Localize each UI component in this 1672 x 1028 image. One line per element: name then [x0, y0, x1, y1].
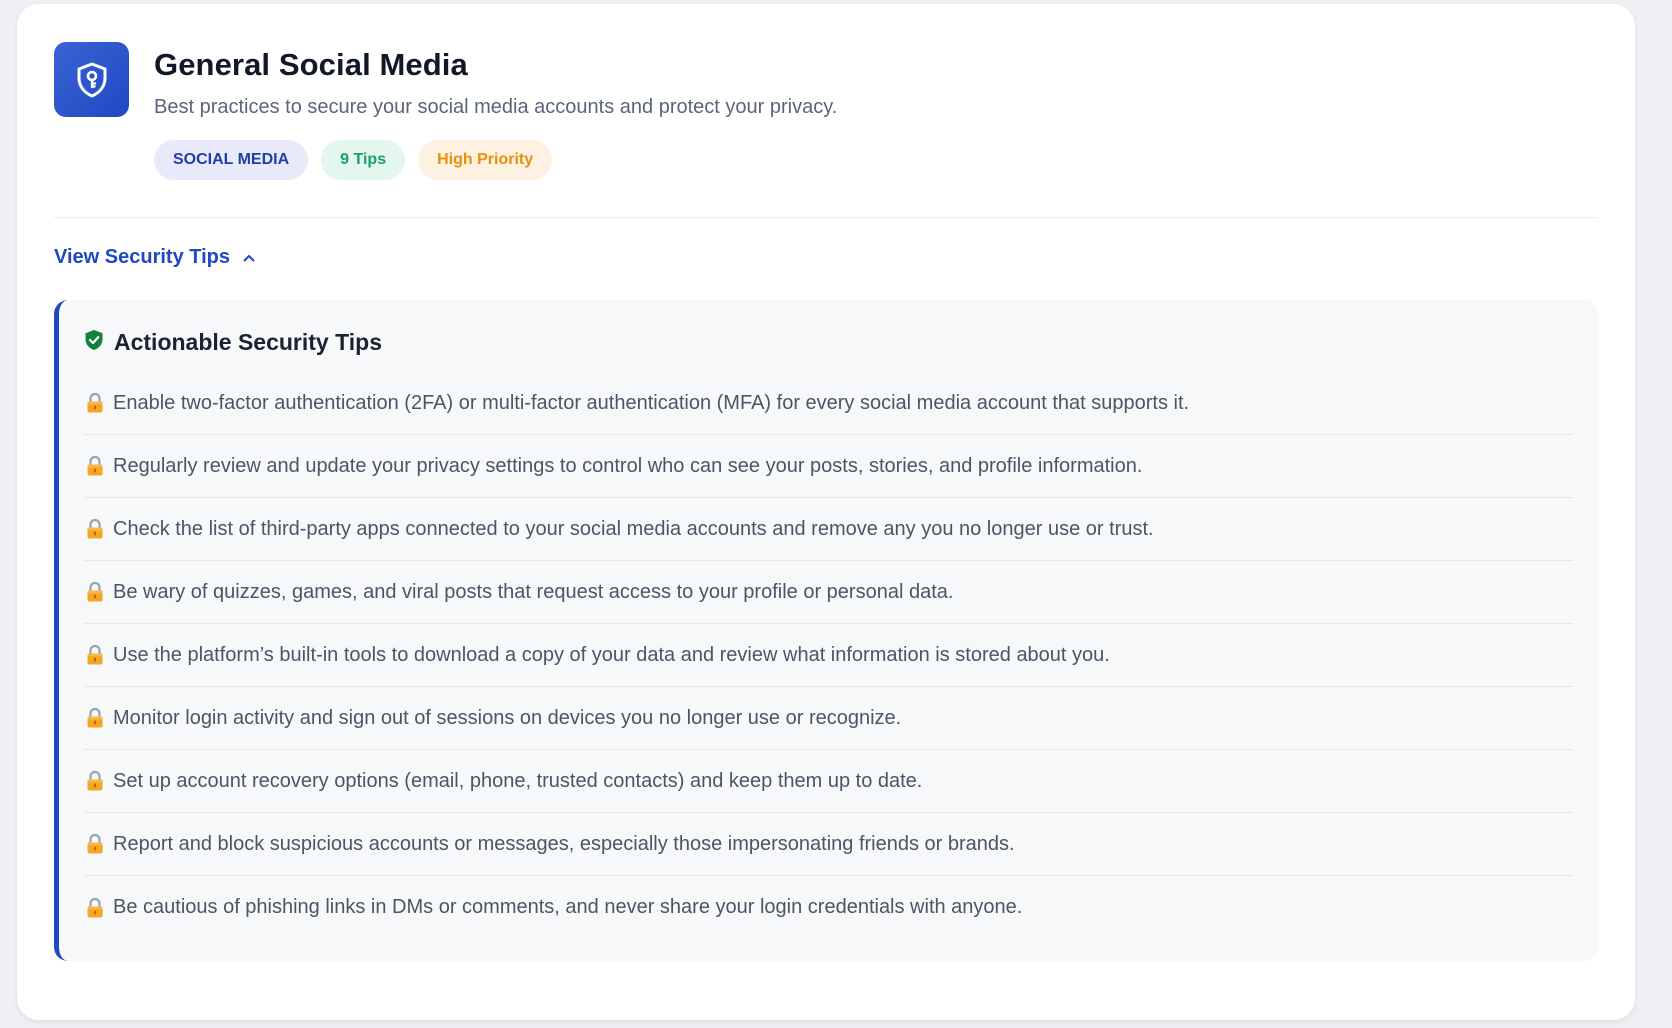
lock-icon: [85, 580, 105, 604]
shield-check-icon: [84, 329, 104, 356]
tips-heading-text: Actionable Security Tips: [114, 328, 382, 355]
lock-icon: [85, 832, 105, 856]
security-category-card: General Social Media Best practices to s…: [17, 4, 1635, 1020]
badge-row: SOCIAL MEDIA 9 Tips High Priority: [154, 140, 837, 180]
chevron-up-icon: [242, 251, 256, 265]
tip-item: Be cautious of phishing links in DMs or …: [84, 876, 1573, 939]
lock-icon: [85, 391, 105, 415]
tip-item: Regularly review and update your privacy…: [84, 435, 1573, 498]
tip-text: Check the list of third-party apps conne…: [113, 517, 1154, 540]
tip-text: Be wary of quizzes, games, and viral pos…: [113, 580, 954, 603]
tip-item: Monitor login activity and sign out of s…: [84, 687, 1573, 750]
tip-text: Regularly review and update your privacy…: [113, 454, 1143, 477]
tip-text: Monitor login activity and sign out of s…: [113, 706, 902, 729]
lock-icon: [85, 517, 105, 541]
priority-badge: High Priority: [418, 140, 553, 180]
tip-text: Use the platform’s built-in tools to dow…: [113, 643, 1110, 666]
tip-item: Use the platform’s built-in tools to dow…: [84, 624, 1573, 687]
title-block: General Social Media Best practices to s…: [154, 42, 837, 180]
tip-text: Set up account recovery options (email, …: [113, 769, 923, 792]
tip-item: Set up account recovery options (email, …: [84, 750, 1573, 813]
lock-icon: [85, 706, 105, 730]
card-header: General Social Media Best practices to s…: [54, 42, 1598, 218]
lock-icon: [85, 643, 105, 667]
tip-item: Be wary of quizzes, games, and viral pos…: [84, 561, 1573, 624]
toggle-label: View Security Tips: [54, 246, 231, 268]
tip-item: Report and block suspicious accounts or …: [84, 813, 1573, 876]
tip-item: Enable two-factor authentication (2FA) o…: [84, 372, 1573, 435]
tip-text: Report and block suspicious accounts or …: [113, 832, 1015, 855]
tip-text: Be cautious of phishing links in DMs or …: [113, 896, 1023, 918]
lock-icon: [85, 896, 105, 920]
tips-panel: Actionable Security Tips Enable two-fact…: [54, 300, 1598, 961]
category-badge: SOCIAL MEDIA: [154, 140, 309, 180]
tips-count-badge: 9 Tips: [321, 140, 406, 180]
page-subtitle: Best practices to secure your social med…: [154, 96, 838, 118]
tips-heading: Actionable Security Tips: [84, 320, 1573, 364]
lock-icon: [85, 769, 105, 793]
lock-icon: [85, 454, 105, 478]
tip-list: Enable two-factor authentication (2FA) o…: [84, 372, 1573, 939]
view-security-tips-toggle[interactable]: View Security Tips: [54, 246, 256, 269]
tip-item: Check the list of third-party apps conne…: [84, 498, 1573, 561]
tip-text: Enable two-factor authentication (2FA) o…: [113, 391, 1190, 414]
page-title: General Social Media: [154, 47, 468, 82]
shield-key-icon: [54, 42, 129, 117]
